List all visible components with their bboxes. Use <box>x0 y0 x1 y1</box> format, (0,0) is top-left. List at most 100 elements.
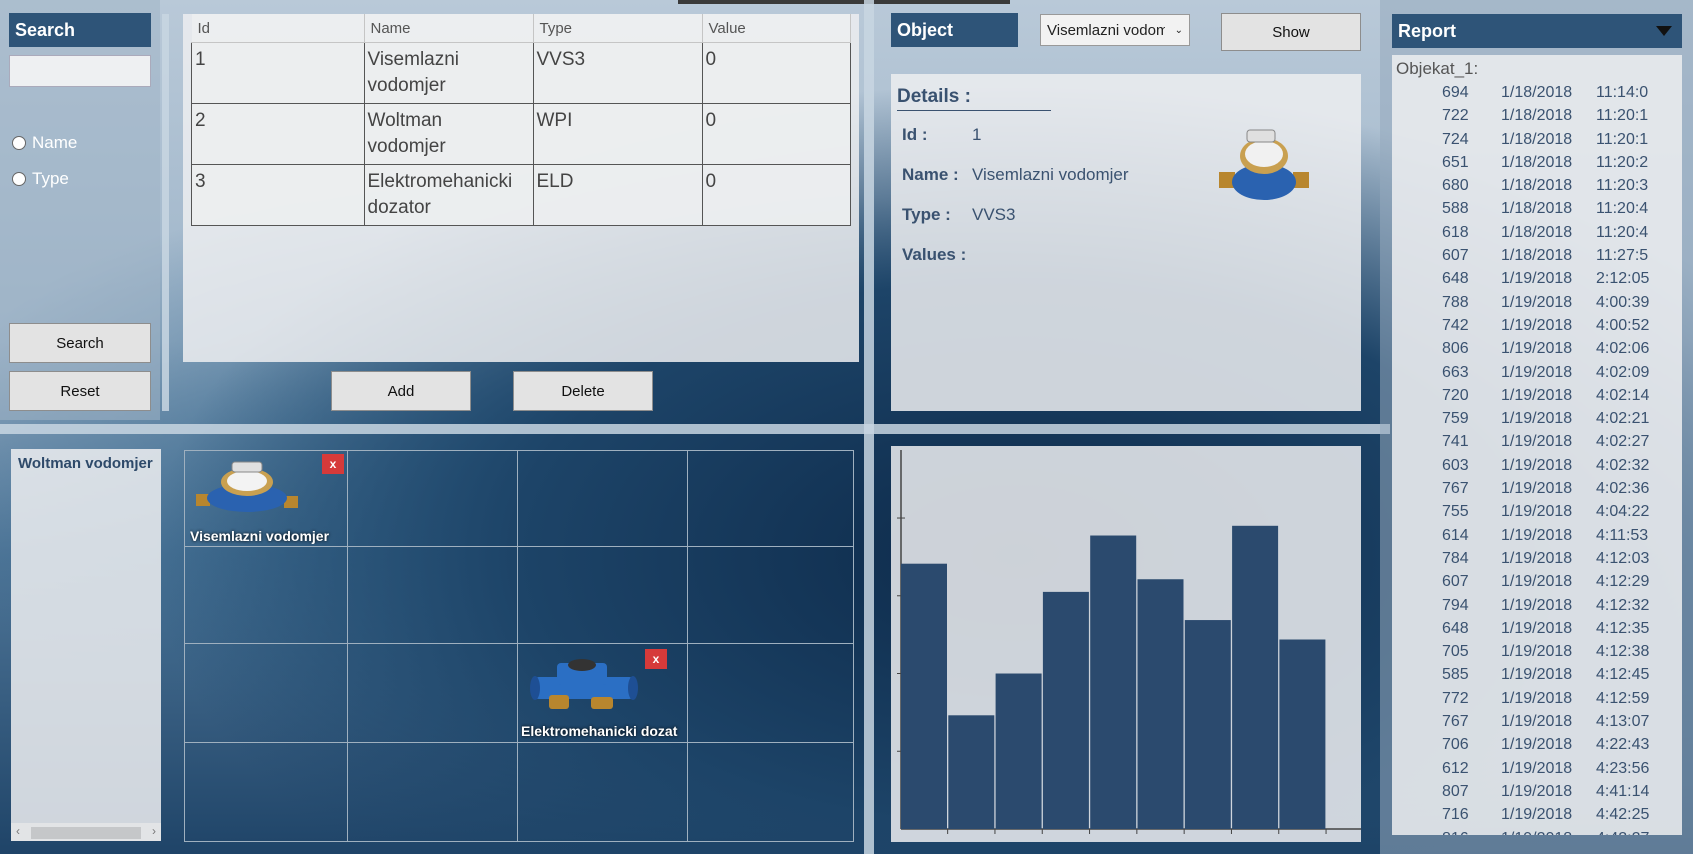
report-time: 11:20:4 <box>1596 200 1649 218</box>
report-object-label: Objekat_1: <box>1396 59 1479 78</box>
add-button[interactable]: Add <box>331 371 471 411</box>
report-row[interactable]: 680 1/18/2018 11:20:3 <box>1392 174 1682 197</box>
table-row[interactable]: 2 Woltman vodomjer WPI 0 <box>191 103 851 165</box>
report-row[interactable]: 788 1/19/2018 4:00:39 <box>1392 291 1682 314</box>
radio-type[interactable]: Type <box>12 169 69 189</box>
report-row[interactable]: 816 1/19/2018 4:42:27 <box>1392 827 1682 836</box>
grid-cell[interactable] <box>347 450 518 547</box>
grid-cell[interactable] <box>517 546 688 644</box>
grid-cell[interactable] <box>517 450 688 547</box>
report-row[interactable]: 607 1/19/2018 4:12:29 <box>1392 570 1682 593</box>
canvas-device[interactable]: x Visemlazni vodomjer <box>188 452 346 544</box>
grid-cell[interactable] <box>687 742 854 842</box>
radio-name-label: Name <box>32 133 78 152</box>
report-row[interactable]: 585 1/19/2018 4:12:45 <box>1392 663 1682 686</box>
report-row[interactable]: 784 1/19/2018 4:12:03 <box>1392 547 1682 570</box>
grid-cell[interactable] <box>184 546 348 644</box>
report-value: 816 <box>1442 827 1469 836</box>
report-row[interactable]: 807 1/19/2018 4:41:14 <box>1392 780 1682 803</box>
canvas-grid[interactable]: x Visemlazni vodomjer x Elektromehanicki… <box>184 450 854 842</box>
column-header-value[interactable]: Value <box>702 14 851 43</box>
grid-cell[interactable] <box>347 546 518 644</box>
table-row[interactable]: 1 Visemlazni vodomjer VVS3 0 <box>191 42 851 104</box>
report-value: 603 <box>1442 456 1469 474</box>
report-date: 1/18/2018 <box>1501 200 1573 218</box>
radio-circle-icon[interactable] <box>12 136 26 150</box>
report-date: 1/19/2018 <box>1501 806 1573 824</box>
object-select[interactable]: Visemlazni vodom ⌄ <box>1040 14 1190 46</box>
report-row[interactable]: 614 1/19/2018 4:11:53 <box>1392 524 1682 547</box>
report-row[interactable]: 741 1/19/2018 4:02:27 <box>1392 430 1682 453</box>
show-button[interactable]: Show <box>1221 13 1361 51</box>
report-row[interactable]: 759 1/19/2018 4:02:21 <box>1392 407 1682 430</box>
report-time: 4:02:21 <box>1596 410 1650 428</box>
report-date: 1/18/2018 <box>1501 247 1573 265</box>
report-row[interactable]: 716 1/19/2018 4:42:25 <box>1392 803 1682 826</box>
search-button[interactable]: Search <box>9 323 151 363</box>
report-date: 1/19/2018 <box>1501 643 1573 661</box>
report-row[interactable]: 588 1/18/2018 11:20:4 <box>1392 197 1682 220</box>
chevron-right-icon[interactable]: › <box>152 824 156 838</box>
radio-name[interactable]: Name <box>12 133 77 153</box>
grid-cell[interactable] <box>517 742 688 842</box>
grid-cell[interactable] <box>184 643 348 743</box>
search-input[interactable] <box>9 55 151 87</box>
delete-button[interactable]: Delete <box>513 371 653 411</box>
report-row[interactable]: 651 1/18/2018 11:20:2 <box>1392 151 1682 174</box>
report-row[interactable]: 806 1/19/2018 4:02:06 <box>1392 337 1682 360</box>
caret-down-icon[interactable] <box>1656 26 1672 36</box>
report-row[interactable]: 648 1/19/2018 2:12:05 <box>1392 267 1682 290</box>
chevron-left-icon[interactable]: ‹ <box>16 824 20 838</box>
report-row[interactable]: 767 1/19/2018 4:02:36 <box>1392 477 1682 500</box>
report-date: 1/19/2018 <box>1501 782 1573 800</box>
grid-cell[interactable] <box>687 643 854 743</box>
column-header-name[interactable]: Name <box>364 14 534 43</box>
report-row[interactable]: 767 1/19/2018 4:13:07 <box>1392 710 1682 733</box>
report-row[interactable]: 794 1/19/2018 4:12:32 <box>1392 594 1682 617</box>
report-row[interactable]: 603 1/19/2018 4:02:32 <box>1392 454 1682 477</box>
report-time: 4:42:27 <box>1596 827 1649 836</box>
reset-button[interactable]: Reset <box>9 371 151 411</box>
report-row[interactable]: 772 1/19/2018 4:12:59 <box>1392 687 1682 710</box>
horizontal-scrollbar[interactable]: ‹ › <box>11 823 161 841</box>
report-value: 680 <box>1442 177 1469 195</box>
report-row[interactable]: 705 1/19/2018 4:12:38 <box>1392 640 1682 663</box>
report-row[interactable]: 612 1/19/2018 4:23:56 <box>1392 757 1682 780</box>
report-row[interactable]: 755 1/19/2018 4:04:22 <box>1392 500 1682 523</box>
chart-bar <box>1232 525 1279 829</box>
report-row[interactable]: 694 1/18/2018 11:14:0 <box>1392 81 1682 104</box>
palette-panel[interactable]: Woltman vodomjer ‹ › <box>11 449 161 841</box>
scrollbar-thumb[interactable] <box>31 827 141 839</box>
column-header-type[interactable]: Type <box>533 14 703 43</box>
report-date: 1/19/2018 <box>1501 340 1573 358</box>
grid-cell[interactable] <box>687 450 854 547</box>
report-row[interactable]: 742 1/19/2018 4:00:52 <box>1392 314 1682 337</box>
report-row[interactable]: 607 1/18/2018 11:27:5 <box>1392 244 1682 267</box>
report-value: 741 <box>1442 433 1469 451</box>
close-icon[interactable]: x <box>645 649 667 669</box>
report-row[interactable]: 663 1/19/2018 4:02:09 <box>1392 361 1682 384</box>
grid-cell[interactable] <box>347 643 518 743</box>
grid-cell[interactable] <box>184 742 348 842</box>
report-row[interactable]: 706 1/19/2018 4:22:43 <box>1392 733 1682 756</box>
report-row[interactable]: 618 1/18/2018 11:20:4 <box>1392 221 1682 244</box>
canvas-device[interactable]: x Elektromehanicki dozat <box>519 647 685 739</box>
column-header-id[interactable]: Id <box>191 14 365 43</box>
radio-circle-icon[interactable] <box>12 172 26 186</box>
cell-value: 0 <box>701 164 851 226</box>
object-header: Object <box>891 13 1018 47</box>
grid-cell[interactable] <box>687 546 854 644</box>
table-row[interactable]: 3 Elektromehanicki dozator ELD 0 <box>191 164 851 226</box>
report-list[interactable]: Objekat_1: 694 1/18/2018 11:14:0 722 1/18/20… <box>1392 55 1682 835</box>
report-time: 4:02:36 <box>1596 480 1650 498</box>
close-icon[interactable]: x <box>322 454 344 474</box>
report-date: 1/19/2018 <box>1501 363 1573 381</box>
palette-item[interactable]: Woltman vodomjer <box>18 455 153 472</box>
report-row[interactable]: 720 1/19/2018 4:02:14 <box>1392 384 1682 407</box>
report-row[interactable]: 648 1/19/2018 4:12:35 <box>1392 617 1682 640</box>
report-row[interactable]: 724 1/18/2018 11:20:1 <box>1392 128 1682 151</box>
report-date: 1/19/2018 <box>1501 410 1573 428</box>
chevron-down-icon[interactable]: ⌄ <box>1175 25 1183 36</box>
report-row[interactable]: 722 1/18/2018 11:20:1 <box>1392 104 1682 127</box>
grid-cell[interactable] <box>347 742 518 842</box>
